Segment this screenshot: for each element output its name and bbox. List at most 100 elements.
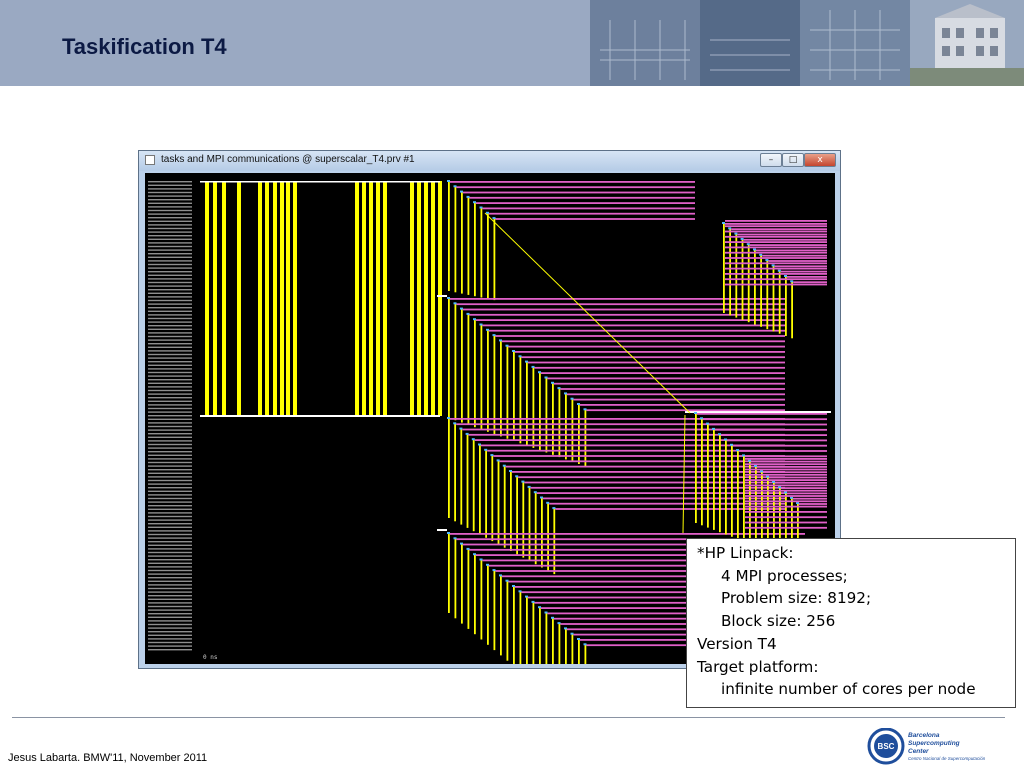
task-burst: [565, 628, 567, 664]
task-burst: [410, 181, 414, 416]
mpi-message: [725, 257, 827, 259]
mpi-message: [521, 356, 785, 359]
mpi-message: [745, 516, 827, 519]
task-start-marker: [460, 542, 463, 545]
thread-label: [148, 310, 192, 312]
task-start-marker: [447, 532, 450, 534]
mpi-message: [799, 503, 827, 505]
task-start-marker: [796, 502, 799, 505]
thread-label: [148, 483, 192, 485]
maximize-button[interactable]: □: [782, 153, 804, 167]
task-burst: [552, 617, 554, 664]
task-burst: [791, 281, 793, 339]
thread-label: [148, 242, 192, 244]
task-burst: [467, 313, 470, 425]
task-start-marker: [772, 480, 775, 483]
task-burst: [766, 260, 769, 330]
mpi-message: [499, 460, 785, 463]
thread-label: [148, 620, 192, 622]
thread-label: [148, 649, 192, 651]
mpi-message: [745, 505, 827, 508]
task-start-marker: [766, 475, 769, 478]
thread-label: [148, 346, 192, 348]
logo-line: Supercomputing: [908, 740, 960, 747]
mpi-message: [731, 228, 827, 231]
thread-label: [148, 490, 192, 492]
task-burst: [723, 223, 725, 313]
task-start-marker: [473, 553, 476, 556]
mpi-message: [554, 382, 785, 385]
mpi-message: [450, 533, 805, 535]
logo-line: Barcelona: [908, 732, 940, 739]
task-burst: [454, 538, 457, 619]
minimize-button[interactable]: –: [760, 153, 782, 167]
task-burst: [571, 633, 574, 664]
thread-label: [148, 555, 192, 557]
task-start-marker: [570, 632, 574, 635]
thread-label: [148, 195, 192, 197]
task-start-marker: [790, 280, 794, 283]
task-start-marker: [740, 237, 744, 240]
bsc-logo: BSC Barcelona Supercomputing Center Cent…: [867, 728, 986, 765]
task-start-marker: [742, 454, 745, 457]
task-start-marker: [453, 185, 457, 188]
task-burst: [534, 492, 537, 565]
mpi-message: [781, 487, 827, 489]
close-button[interactable]: x: [804, 153, 836, 167]
task-burst: [487, 212, 489, 299]
task-start-marker: [492, 217, 496, 220]
task-start-marker: [515, 475, 519, 478]
mpi-message: [725, 235, 827, 238]
task-start-marker: [706, 422, 709, 425]
thread-label: [148, 512, 192, 514]
task-burst: [584, 409, 587, 467]
task-burst: [265, 181, 269, 416]
task-start-marker: [465, 432, 469, 435]
task-start-marker: [499, 574, 502, 577]
thread-label: [148, 343, 192, 345]
task-start-marker: [492, 569, 496, 572]
thread-label: [148, 181, 192, 183]
task-burst: [713, 428, 715, 530]
thread-label: [148, 256, 192, 258]
thread-label: [148, 245, 192, 248]
mpi-message: [768, 260, 827, 262]
thread-label: [148, 422, 192, 424]
thread-label: [148, 559, 192, 561]
task-start-marker: [765, 259, 769, 262]
mpi-message: [518, 476, 785, 479]
thread-label: [148, 541, 192, 543]
thread-label: [148, 411, 192, 413]
task-start-marker: [531, 365, 535, 368]
communication-line: [682, 414, 686, 534]
mpi-message: [709, 423, 827, 426]
thread-label: [148, 645, 192, 647]
task-burst: [772, 265, 775, 332]
note-line: Target platform:: [697, 657, 819, 676]
thread-label: [148, 299, 192, 302]
task-start-marker: [484, 448, 488, 451]
task-burst: [707, 423, 709, 528]
thread-label: [148, 515, 192, 518]
thread-label: [148, 220, 192, 222]
thread-label: [148, 591, 192, 593]
task-start-marker: [512, 585, 515, 587]
task-burst: [500, 340, 502, 437]
task-start-marker: [577, 638, 580, 640]
task-start-marker: [525, 360, 528, 363]
mpi-message: [780, 270, 827, 273]
thread-label: [148, 440, 192, 442]
task-start-marker: [505, 579, 509, 582]
mpi-message: [745, 463, 827, 466]
mpi-message: [745, 455, 827, 458]
task-start-marker: [760, 470, 763, 473]
mpi-message: [725, 267, 827, 270]
task-start-marker: [473, 201, 476, 204]
task-burst: [743, 455, 745, 542]
thread-label: [148, 415, 192, 417]
mpi-message: [745, 521, 827, 524]
task-start-marker: [473, 318, 476, 321]
window-titlebar[interactable]: tasks and MPI communications @ superscal…: [139, 151, 840, 171]
thread-label: [148, 605, 192, 608]
task-burst: [747, 244, 750, 323]
